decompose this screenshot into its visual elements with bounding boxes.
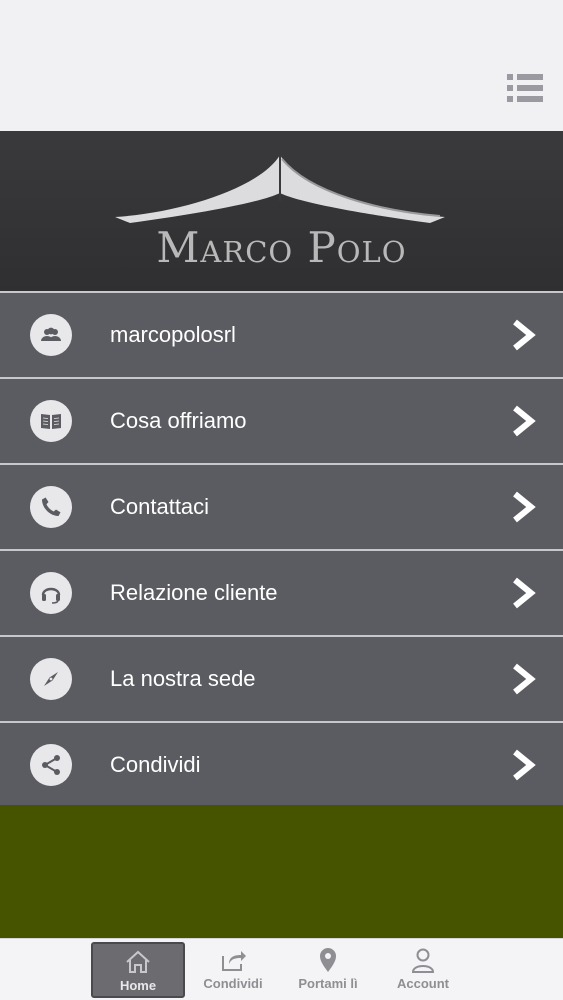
menu-item-la-nostra-sede[interactable]: La nostra sede (0, 635, 563, 721)
menu-item-marcopolosrl[interactable]: marcopolosrl (0, 291, 563, 377)
share-icon (30, 744, 72, 786)
menu-item-condividi[interactable]: Condividi (0, 721, 563, 807)
menu-item-cosa-offriamo[interactable]: Cosa offriamo (0, 377, 563, 463)
book-icon (30, 400, 72, 442)
accent-band (0, 805, 563, 938)
menu-item-label: Relazione cliente (110, 580, 278, 605)
tab-label: Home (119, 978, 157, 993)
chevron-right-icon (513, 319, 536, 351)
tab-portami-li[interactable]: Portami lì (281, 942, 375, 998)
tab-label: Portami lì (298, 976, 358, 991)
share-out-icon (222, 951, 246, 971)
chevron-right-icon (513, 663, 536, 695)
menu-item-label: Contattaci (110, 494, 210, 519)
tab-label: Account (397, 976, 449, 991)
bottom-tab-bar: Home Condividi Portami lì Account (0, 938, 563, 1000)
chevron-right-icon (513, 405, 536, 437)
list-menu-icon[interactable] (507, 72, 543, 104)
compass-icon (30, 658, 72, 700)
location-pin-icon (320, 948, 336, 972)
tab-label: Condividi (203, 976, 263, 991)
menu-item-label: La nostra sede (110, 666, 256, 691)
user-icon (411, 948, 435, 973)
main-menu-list: marcopolosrl Cosa offriamo Contattaci Re… (0, 291, 563, 807)
menu-item-relazione-cliente[interactable]: Relazione cliente (0, 549, 563, 635)
menu-item-contattaci[interactable]: Contattaci (0, 463, 563, 549)
tab-account[interactable]: Account (376, 942, 470, 998)
chevron-right-icon (513, 577, 536, 609)
headset-icon (30, 572, 72, 614)
tab-condividi[interactable]: Condividi (186, 942, 280, 998)
chevron-right-icon (513, 749, 536, 781)
top-bar (0, 0, 563, 131)
chevron-right-icon (513, 491, 536, 523)
brand-header: Marco Polo (0, 131, 563, 291)
menu-item-label: Cosa offriamo (110, 408, 247, 433)
home-icon (126, 950, 150, 973)
tab-home[interactable]: Home (91, 942, 185, 998)
brand-name: Marco Polo (156, 223, 407, 272)
menu-item-label: Condividi (110, 752, 201, 777)
phone-icon (30, 486, 72, 528)
menu-item-label: marcopolosrl (110, 322, 236, 347)
group-icon (30, 314, 72, 356)
